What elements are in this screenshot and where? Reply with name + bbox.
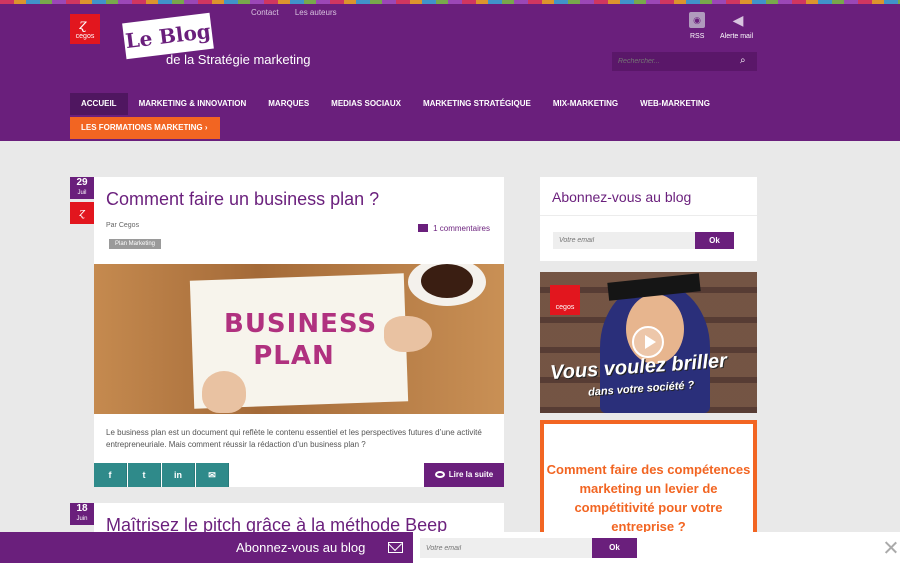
post-date: 29 Juil — [70, 177, 94, 199]
comments-count: 1 commentaires — [433, 224, 490, 233]
subscribe-sticky-bar: Abonnez-vous au blog Ok — [0, 532, 900, 563]
post-excerpt: Le business plan est un document qui ref… — [106, 428, 482, 449]
email-share-button[interactable]: ✉ — [196, 463, 229, 487]
comments-link[interactable]: 1 commentaires — [418, 224, 490, 233]
read-more-button[interactable]: Lire la suite — [424, 463, 504, 487]
post-date-day: 18 — [76, 503, 88, 514]
sticky-email-field[interactable] — [420, 538, 592, 558]
hero-caption: BUSINESS PLAN — [224, 309, 378, 371]
site-header: ɀ cegos Le Blog de la Stratégie marketin… — [0, 0, 900, 141]
share-row: f t in ✉ Lire la suite — [94, 463, 504, 487]
divider — [540, 215, 757, 216]
twitter-share-button[interactable]: t — [128, 463, 161, 487]
post-date-month: Juil — [77, 190, 87, 196]
mail-icon — [388, 542, 403, 553]
cegos-logo-text: cegos — [75, 33, 95, 40]
top-links: Contact Les auteurs — [251, 8, 351, 17]
linkedin-share-button[interactable]: in — [162, 463, 195, 487]
authors-link[interactable]: Les auteurs — [295, 8, 337, 17]
subscribe-email-field[interactable] — [553, 232, 695, 249]
main-nav: ACCUEIL MARKETING & INNOVATION MARQUES M… — [70, 93, 721, 115]
post-date-day: 29 — [76, 177, 88, 188]
close-icon[interactable] — [884, 540, 898, 554]
cegos-logo[interactable]: ɀ cegos — [70, 14, 100, 44]
megaphone-icon[interactable]: ◀ — [730, 12, 746, 28]
post-tag[interactable]: Plan Marketing — [109, 239, 162, 249]
nav-item-marketing-innovation[interactable]: MARKETING & INNOVATION — [128, 93, 258, 115]
hand-pen-illustration — [384, 316, 432, 352]
post-card: Comment faire un business plan ? Par Ceg… — [94, 177, 504, 487]
nav-item-medias-sociaux[interactable]: MEDIAS SOCIAUX — [320, 93, 412, 115]
blog-subtitle: de la Stratégie marketing — [166, 52, 311, 67]
rss-icon[interactable]: ◉ — [689, 12, 705, 28]
post-author[interactable]: Par Cegos — [106, 222, 139, 229]
subscribe-widget-title: Abonnez-vous au blog — [552, 189, 692, 205]
author-avatar[interactable]: ɀ — [70, 202, 94, 224]
nav-item-mix-marketing[interactable]: MIX-MARKETING — [542, 93, 629, 115]
sticky-bar-title: Abonnez-vous au blog — [236, 540, 366, 555]
search-input[interactable] — [612, 52, 737, 71]
cegos-mark-icon: ɀ — [79, 17, 87, 33]
cegos-logo: cegos — [550, 285, 580, 315]
post-title[interactable]: Comment faire un business plan ? — [106, 189, 379, 210]
alert-mail-label[interactable]: Alerte mail — [720, 33, 753, 40]
nav-item-web-marketing[interactable]: WEB-MARKETING — [629, 93, 721, 115]
nav-item-accueil[interactable]: ACCUEIL — [70, 93, 128, 115]
facebook-share-button[interactable]: f — [94, 463, 127, 487]
comment-icon — [418, 224, 429, 232]
subscribe-widget: Abonnez-vous au blog Ok — [540, 177, 757, 261]
hand-illustration — [202, 371, 246, 413]
nav-item-marketing-strategique[interactable]: MARKETING STRATÉGIQUE — [412, 93, 542, 115]
marketing-cta-box[interactable]: Comment faire des compétences marketing … — [540, 420, 757, 540]
promo-video-banner[interactable]: cegos Vous voulez briller dans votre soc… — [540, 272, 757, 413]
nav-item-marques[interactable]: MARQUES — [257, 93, 320, 115]
subscribe-ok-button[interactable]: Ok — [695, 232, 734, 249]
cta-text: Comment faire des compétences marketing … — [546, 462, 751, 534]
post-date: 18 Juin — [70, 503, 94, 525]
cta-inner: Comment faire des compétences marketing … — [544, 424, 753, 540]
read-more-label: Lire la suite — [448, 470, 494, 479]
promo-logo-text: cegos — [555, 304, 575, 311]
post-hero-image[interactable]: BUSINESS PLAN — [94, 264, 504, 414]
eye-icon — [434, 471, 445, 478]
decorative-stripe — [0, 0, 900, 4]
rss-label[interactable]: RSS — [690, 33, 704, 40]
search-icon[interactable]: ⌕ — [740, 55, 752, 67]
formations-marketing-button[interactable]: LES FORMATIONS MARKETING › — [70, 117, 220, 139]
sticky-ok-button[interactable]: Ok — [592, 538, 637, 558]
contact-link[interactable]: Contact — [251, 8, 279, 17]
post-date-month: Juin — [76, 516, 88, 522]
play-icon[interactable] — [632, 326, 664, 358]
search-box: ⌕ — [612, 52, 757, 71]
